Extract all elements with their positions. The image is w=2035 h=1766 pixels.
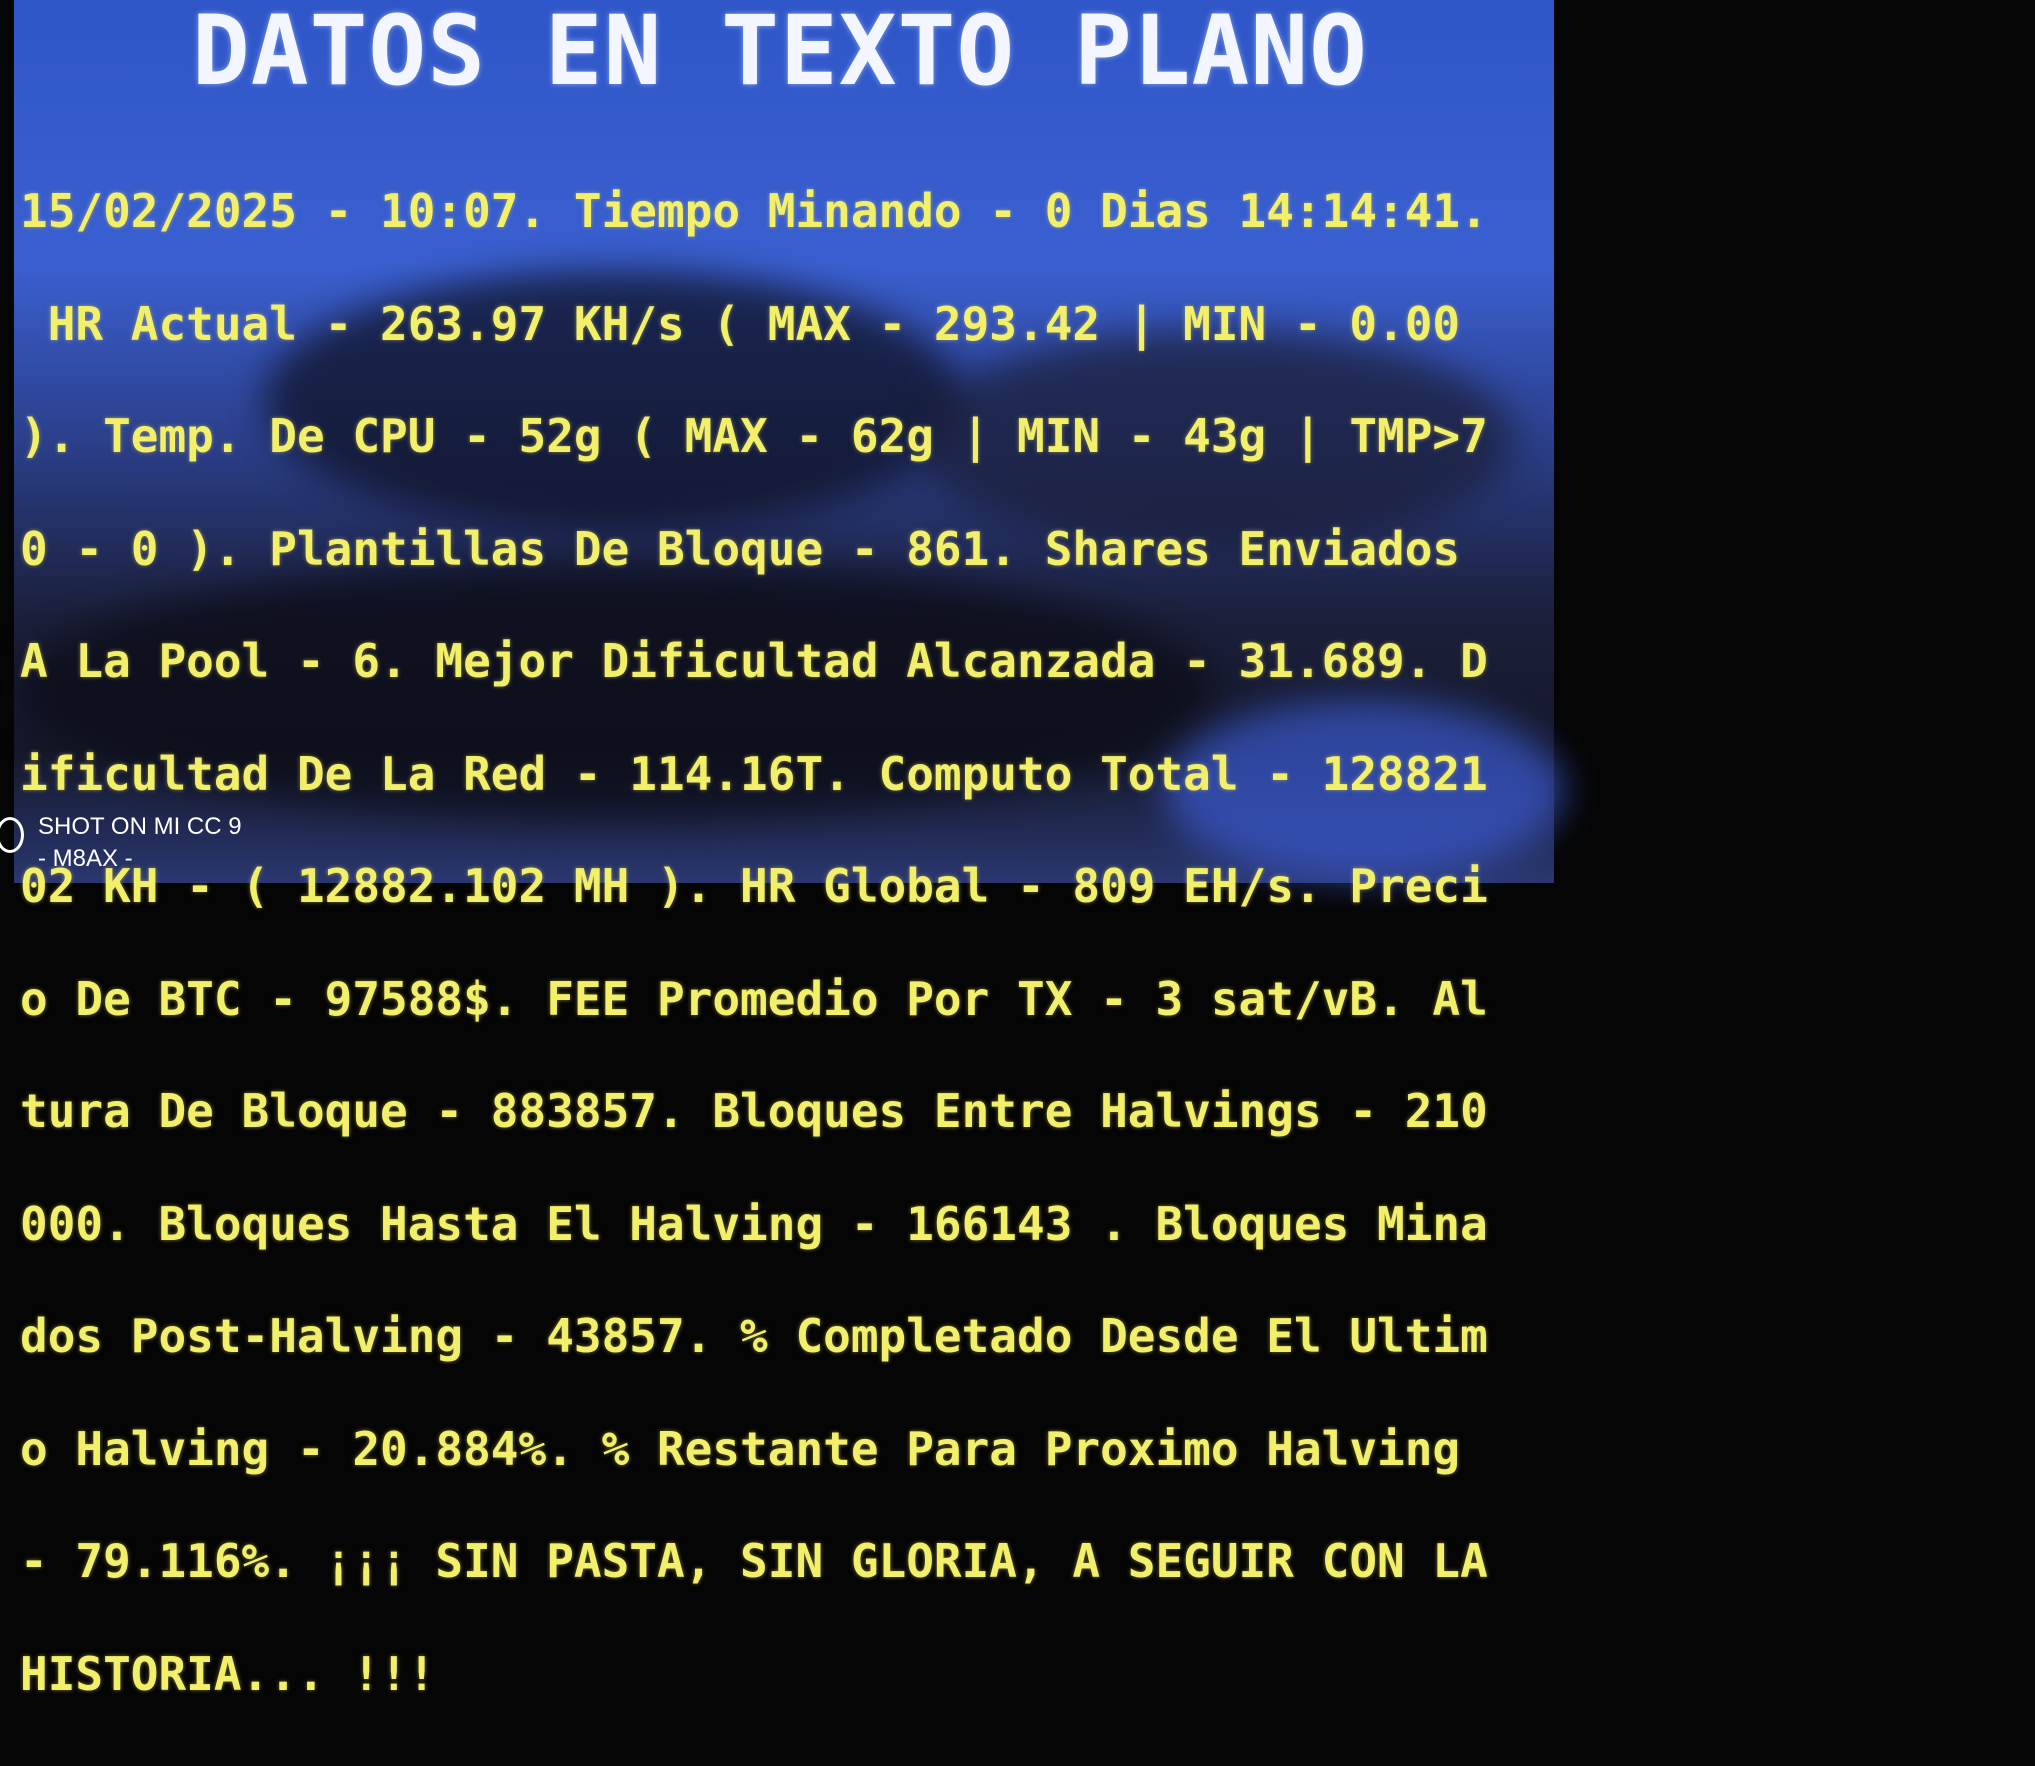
text-line: HISTORIA... !!! [20,1646,436,1701]
text-line: o De BTC - 97588$. FEE Promedio Por TX -… [20,971,1488,1026]
text-line: 0 - 0 ). Plantillas De Bloque - 861. Sha… [20,521,1461,576]
lcd-screen: DATOS EN TEXTO PLANO 15/02/2025 - 10:07.… [14,0,1564,1696]
text-line: - 79.116%. ¡¡¡ SIN PASTA, SIN GLORIA, A … [20,1534,1488,1588]
text-line: ificultad De La Red - 114.16T. Computo T… [20,746,1488,801]
watermark-line-2: - M8AX - [38,845,133,872]
text-line: o Halving - 20.884%. % Restante Para Pro… [20,1421,1461,1476]
watermark-line-1: SHOT ON MI CC 9 [38,813,242,840]
text-line: tura De Bloque - 883857. Bloques Entre H… [20,1084,1488,1138]
text-line: A La Pool - 6. Mejor Dificultad Alcanzad… [20,634,1488,688]
text-line: 02 KH - ( 12882.102 MH ). HR Global - 80… [20,859,1488,913]
screen-title: DATOS EN TEXTO PLANO [192,0,1368,107]
text-line: HR Actual - 263.97 KH/s ( MAX - 293.42 |… [20,296,1461,351]
text-line: 000. Bloques Hasta El Halving - 166143 .… [20,1196,1488,1251]
text-line: dos Post-Halving - 43857. % Completado D… [20,1309,1488,1363]
text-line: 15/02/2025 - 10:07. Tiempo Minando - 0 D… [20,184,1488,238]
plain-text-data: 15/02/2025 - 10:07. Tiempo Minando - 0 D… [20,118,1488,1766]
text-line: ). Temp. De CPU - 52g ( MAX - 62g | MIN … [20,409,1488,463]
